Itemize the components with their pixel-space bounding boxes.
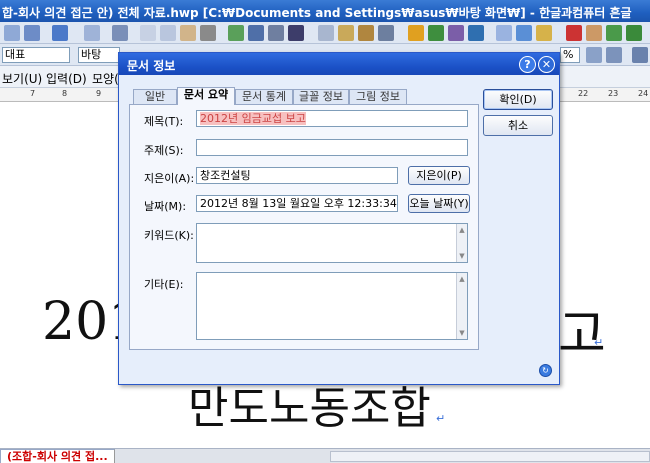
app-title-bar: 합-회사 의견 접근 안) 전체 자료.hwp [C:₩Documents an… bbox=[0, 0, 650, 22]
refresh-icon[interactable]: ↻ bbox=[539, 364, 552, 377]
table-icon[interactable] bbox=[378, 25, 394, 41]
author-button[interactable]: 지은이(P) bbox=[408, 166, 470, 185]
date-input[interactable]: 2012년 8월 13일 월요일 오후 12:33:34 bbox=[196, 195, 398, 212]
open-icon[interactable] bbox=[24, 25, 40, 41]
undo-icon[interactable] bbox=[52, 25, 68, 41]
char-shape-icon[interactable] bbox=[496, 25, 512, 41]
insert-picture-icon[interactable] bbox=[358, 25, 374, 41]
keyword-textarea[interactable]: ▲ ▼ bbox=[196, 223, 468, 263]
menu-format[interactable]: 모양( bbox=[92, 70, 119, 87]
ruler-tick: 24 bbox=[638, 89, 649, 98]
main-toolbar bbox=[0, 22, 650, 44]
page-1-icon[interactable] bbox=[606, 25, 622, 41]
bookmark-icon[interactable] bbox=[566, 25, 582, 41]
table-grid-icon[interactable] bbox=[288, 25, 304, 41]
ok-button[interactable]: 확인(D) bbox=[483, 89, 553, 110]
image-icon[interactable] bbox=[338, 25, 354, 41]
keyword-label: 키워드(K): bbox=[144, 229, 194, 242]
paste-icon[interactable] bbox=[180, 25, 196, 41]
zoom-combo[interactable]: % bbox=[560, 47, 580, 63]
other-scrollbar[interactable]: ▲ ▼ bbox=[456, 273, 467, 339]
style-combo[interactable]: 대표 bbox=[2, 47, 70, 63]
document-tab[interactable]: (조합-회사 의견 접... bbox=[0, 449, 115, 463]
tab-font-info[interactable]: 글꼴 정보 bbox=[293, 89, 349, 104]
ruler-tick: 7 bbox=[30, 89, 36, 98]
cancel-button[interactable]: 취소 bbox=[483, 115, 553, 136]
scroll-up-icon[interactable]: ▲ bbox=[458, 226, 466, 234]
print-icon[interactable] bbox=[200, 25, 216, 41]
other-textarea[interactable]: ▲ ▼ bbox=[196, 272, 468, 340]
style-icon[interactable] bbox=[248, 25, 264, 41]
note-icon[interactable] bbox=[586, 25, 602, 41]
page-2-icon[interactable] bbox=[626, 25, 642, 41]
title-value: 2012년 임금교섭 보고 bbox=[200, 112, 306, 125]
paragraph-mark: ↵ bbox=[594, 336, 604, 349]
title-input[interactable]: 2012년 임금교섭 보고 bbox=[196, 110, 468, 127]
help-icon[interactable]: ? bbox=[519, 56, 536, 73]
dialog-title: 문서 정보 bbox=[127, 59, 176, 73]
date-label: 날짜(M): bbox=[144, 200, 187, 213]
app-title: 합-회사 의견 접근 안) 전체 자료.hwp [C:₩Documents an… bbox=[2, 6, 632, 20]
paragraph-icon[interactable] bbox=[268, 25, 284, 41]
today-date-button[interactable]: 오늘 날짜(Y) bbox=[408, 194, 470, 213]
find-icon[interactable] bbox=[112, 25, 128, 41]
tab-summary[interactable]: 문서 요약 bbox=[177, 87, 235, 105]
list-icon[interactable] bbox=[632, 47, 648, 63]
doc-title-right: 고 bbox=[558, 305, 606, 365]
tab-general[interactable]: 일반 bbox=[133, 89, 177, 104]
draw-icon[interactable] bbox=[428, 25, 444, 41]
author-input[interactable]: 창조컨설팅 bbox=[196, 167, 398, 184]
formula-icon[interactable] bbox=[448, 25, 464, 41]
ruler-tick: 8 bbox=[62, 89, 68, 98]
scroll-down-icon[interactable]: ▼ bbox=[458, 252, 466, 260]
tab-statistics[interactable]: 문서 통계 bbox=[235, 89, 293, 104]
subject-label: 주제(S): bbox=[144, 144, 184, 157]
chart-icon[interactable] bbox=[408, 25, 424, 41]
scroll-down-icon[interactable]: ▼ bbox=[458, 329, 466, 337]
align-left-icon[interactable] bbox=[586, 47, 602, 63]
tab-image-info[interactable]: 그림 정보 bbox=[349, 89, 407, 104]
ruler-tick: 22 bbox=[578, 89, 589, 98]
font-combo[interactable]: 바탕 bbox=[78, 47, 120, 63]
subject-input[interactable] bbox=[196, 139, 468, 156]
title-label: 제목(T): bbox=[144, 115, 184, 128]
close-icon[interactable]: ✕ bbox=[538, 56, 555, 73]
horizontal-scrollbar[interactable] bbox=[330, 451, 650, 462]
ruler-tick: 23 bbox=[608, 89, 619, 98]
menu-insert[interactable]: 입력(D) bbox=[46, 70, 87, 87]
author-label: 지은이(A): bbox=[144, 172, 195, 185]
paragraph-mark: ↵ bbox=[436, 412, 446, 425]
memo-icon[interactable] bbox=[536, 25, 552, 41]
document-info-dialog: 문서 정보 ? ✕ 일반 문서 요약 문서 통계 글꼴 정보 그림 정보 제목(… bbox=[118, 52, 560, 385]
dialog-title-bar[interactable]: 문서 정보 ? ✕ bbox=[119, 53, 559, 75]
summary-panel: 제목(T): 2012년 임금교섭 보고 주제(S): 지은이(A): 창조컨설… bbox=[129, 104, 479, 350]
scroll-up-icon[interactable]: ▲ bbox=[458, 275, 466, 283]
link-icon[interactable] bbox=[318, 25, 334, 41]
new-doc-icon[interactable] bbox=[4, 25, 20, 41]
keyword-scrollbar[interactable]: ▲ ▼ bbox=[456, 224, 467, 262]
other-label: 기타(E): bbox=[144, 278, 184, 291]
status-bar: (조합-회사 의견 접... bbox=[0, 448, 650, 463]
copy-icon[interactable] bbox=[160, 25, 176, 41]
para-shape-icon[interactable] bbox=[516, 25, 532, 41]
menu-view[interactable]: 보기(U) bbox=[2, 70, 42, 87]
align-center-icon[interactable] bbox=[606, 47, 622, 63]
format-icon[interactable] bbox=[228, 25, 244, 41]
symbol-icon[interactable] bbox=[468, 25, 484, 41]
cut-icon[interactable] bbox=[140, 25, 156, 41]
redo-icon[interactable] bbox=[84, 25, 100, 41]
ruler-tick: 9 bbox=[96, 89, 102, 98]
